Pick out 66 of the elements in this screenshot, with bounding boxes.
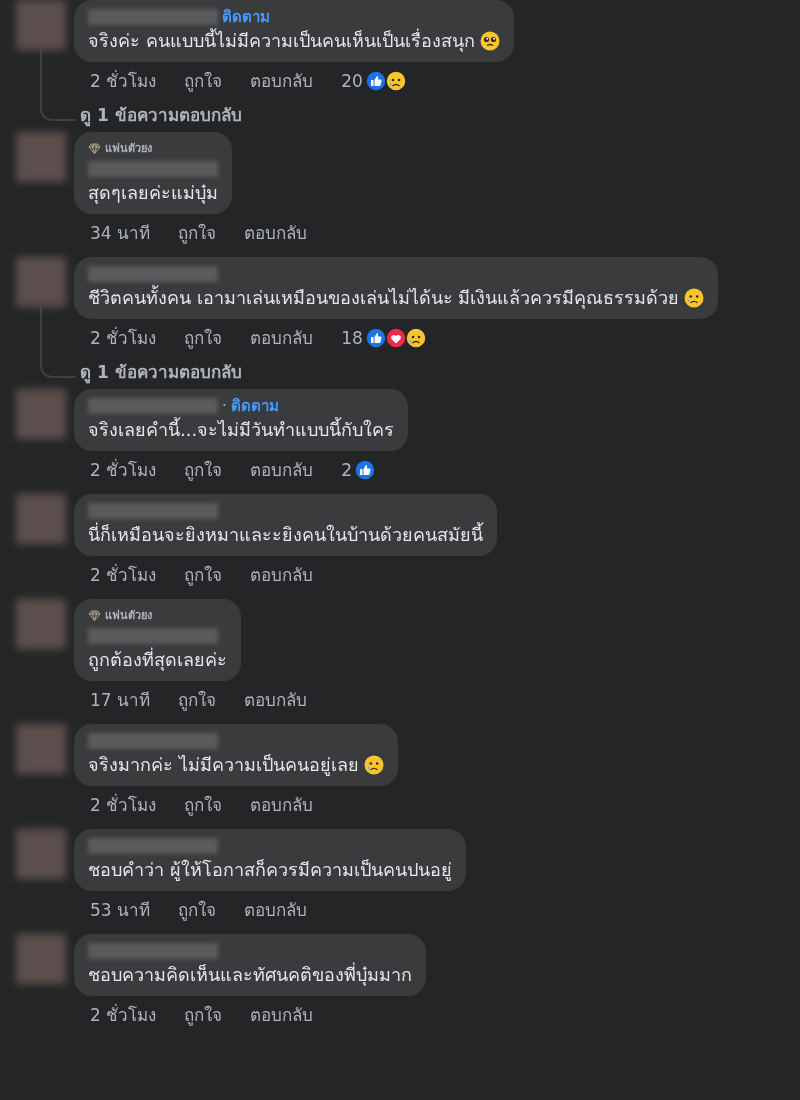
like-link[interactable]: ถูกใจ — [184, 791, 223, 818]
reply-link[interactable]: ตอบกลับ — [250, 791, 314, 818]
comment-text: จริงมากค่ะ ไม่มีความเป็นคนอยู่เลย — [88, 753, 359, 777]
like-link[interactable]: ถูกใจ — [184, 561, 223, 588]
follow-link[interactable]: ติดตาม — [230, 394, 279, 418]
avatar[interactable] — [16, 257, 66, 307]
timestamp: 2 ชั่วโมง — [90, 792, 157, 817]
reply-link[interactable]: ตอบกลับ — [244, 686, 308, 713]
like-reaction-icon — [364, 326, 387, 349]
diamond-icon — [88, 142, 101, 154]
like-link[interactable]: ถูกใจ — [184, 324, 223, 351]
timestamp: 2 ชั่วโมง — [90, 457, 157, 482]
fan-badge-label: แฟนตัวยง — [105, 608, 152, 624]
diamond-icon — [88, 609, 101, 621]
timestamp: 34 นาที — [90, 222, 151, 245]
reply-link[interactable]: ตอบกลับ — [250, 561, 314, 588]
fan-badge-label: แฟนตัวยง — [105, 141, 152, 157]
sad-reaction-icon — [384, 69, 407, 92]
like-reaction-icon — [354, 458, 377, 481]
avatar[interactable] — [16, 599, 66, 649]
reaction-count[interactable]: 2 — [341, 459, 353, 480]
separator-dot: · — [222, 397, 227, 415]
comment-text: ถูกต้องที่สุดเลยค่ะ — [88, 648, 227, 672]
avatar[interactable] — [16, 829, 66, 879]
timestamp: 2 ชั่วโมง — [90, 325, 157, 350]
like-link[interactable]: ถูกใจ — [184, 67, 223, 94]
comment-text: นี่ก็เหมือนจะยิงหมาและะยิงคนในบ้านด้วยคนสมัยนี้ — [88, 523, 483, 547]
reaction-count[interactable]: 18 — [341, 327, 363, 348]
view-replies-link[interactable]: ดู 1 ข้อความตอบกลับ — [74, 101, 242, 132]
comment-text: ชอบความคิดเห็นและทัศนคติของพี่บุ๋มมาก — [88, 963, 412, 987]
avatar[interactable] — [16, 132, 66, 182]
view-replies-link[interactable]: ดู 1 ข้อความตอบกลับ — [74, 358, 242, 389]
reply-link[interactable]: ตอบกลับ — [250, 67, 314, 94]
timestamp: 53 นาที — [90, 899, 151, 922]
reaction-count[interactable]: 20 — [341, 70, 363, 91]
reply-link[interactable]: ตอบกลับ — [250, 324, 314, 351]
avatar[interactable] — [16, 934, 66, 984]
comment-text: ชอบคำว่า ผู้ให้โอกาสก็ควรมีความเป็นคนปนอยู่ — [88, 858, 452, 882]
timestamp: 2 ชั่วโมง — [90, 68, 157, 93]
comment-text: ชีวิตคนทั้งคน เอามาเล่นเหมือนของเล่นไม่ได้นะ มีเงินแล้วควรมีคุณธรรมด้วย — [88, 286, 680, 310]
avatar[interactable] — [16, 0, 66, 50]
reply-link[interactable]: ตอบกลับ — [244, 219, 308, 246]
comment-text: จริงค่ะ คนแบบนี้ไม่มีความเป็นคนเห็นเป็นเรื่องสนุก — [88, 29, 475, 53]
love-reaction-icon — [384, 326, 407, 349]
like-reaction-icon — [364, 69, 387, 92]
sad-face-icon — [684, 288, 705, 308]
reply-link[interactable]: ตอบกลับ — [244, 896, 308, 923]
reply-link[interactable]: ตอบกลับ — [250, 456, 314, 483]
like-link[interactable]: ถูกใจ — [184, 1001, 223, 1028]
like-link[interactable]: ถูกใจ — [178, 686, 217, 713]
sad-reaction-icon — [404, 326, 427, 349]
timestamp: 2 ชั่วโมง — [90, 1002, 157, 1027]
timestamp: 2 ชั่วโมง — [90, 562, 157, 587]
reply-link[interactable]: ตอบกลับ — [250, 1001, 314, 1028]
like-link[interactable]: ถูกใจ — [178, 219, 217, 246]
follow-link[interactable]: ติดตาม — [222, 5, 270, 29]
sad-face-icon — [363, 755, 384, 775]
comment-text: จริงเลยคำนี้...จะไม่มีวันทำแบบนี้กับใคร — [88, 418, 395, 442]
comment-text: สุดๆเลยค่ะแม่บุ๋ม — [88, 181, 218, 205]
like-link[interactable]: ถูกใจ — [178, 896, 217, 923]
avatar[interactable] — [16, 389, 66, 439]
pleading-face-icon — [479, 31, 500, 51]
avatar[interactable] — [16, 724, 66, 774]
timestamp: 17 นาที — [90, 689, 151, 712]
like-link[interactable]: ถูกใจ — [184, 456, 223, 483]
avatar[interactable] — [16, 494, 66, 544]
